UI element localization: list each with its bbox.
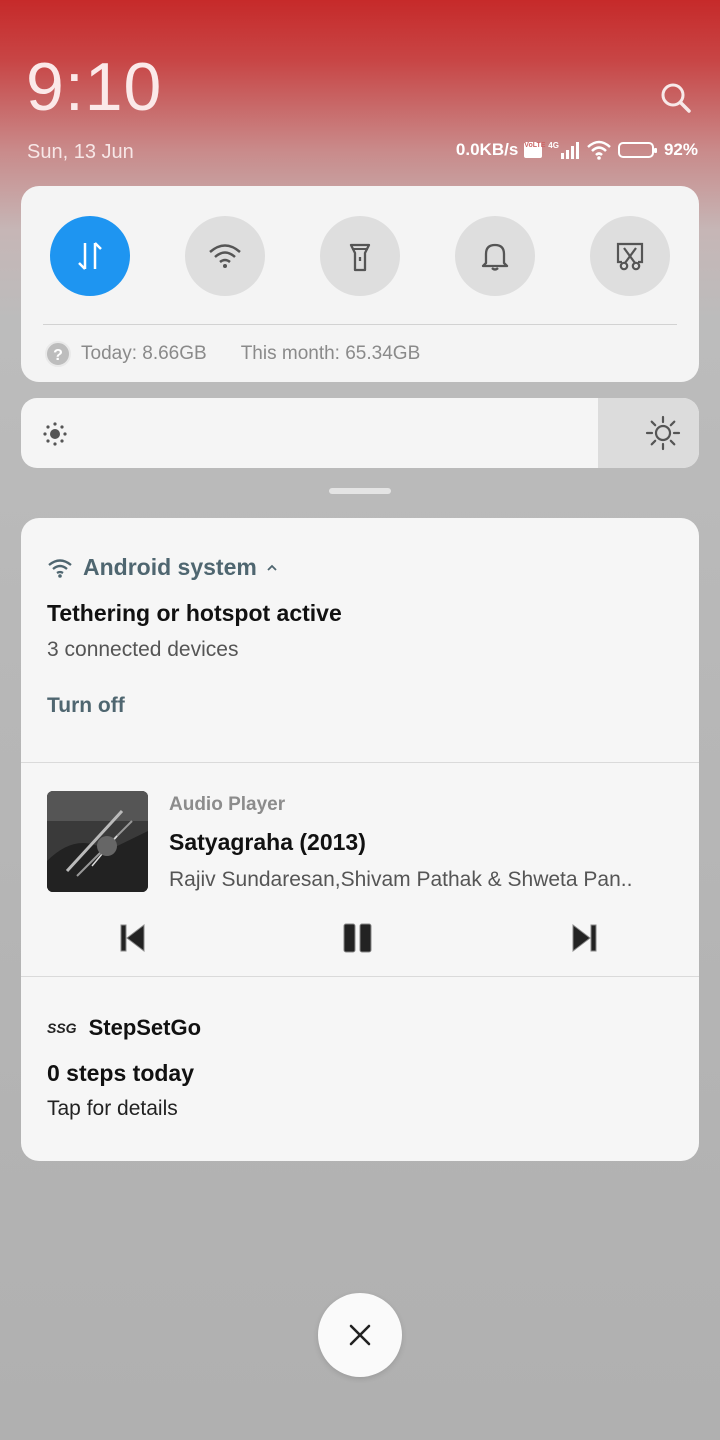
data-today: Today: 8.66GB [81, 343, 207, 364]
next-button[interactable] [567, 921, 601, 955]
brightness-low-icon [43, 422, 67, 446]
notification-app-name: Android system [83, 554, 257, 580]
network-type: 4G [548, 141, 559, 150]
previous-button[interactable] [116, 921, 150, 955]
flashlight-toggle[interactable] [320, 216, 400, 296]
bell-icon [481, 243, 509, 271]
pause-icon [343, 923, 372, 953]
flashlight-icon [349, 243, 371, 272]
skip-next-icon [572, 923, 597, 953]
wifi-status-icon [587, 140, 611, 160]
quick-settings-panel: ? Today: 8.66GB This month: 65.34GB [21, 186, 699, 382]
panel-drag-handle[interactable] [329, 488, 391, 494]
battery-percent: 92% [663, 140, 698, 159]
search-icon [661, 83, 691, 113]
turn-off-button[interactable]: Turn off [47, 694, 125, 718]
notification-header[interactable]: Android system [47, 554, 279, 581]
signal-icon: 4G [548, 141, 580, 159]
volte-icon: VoLTE [524, 142, 545, 158]
battery-icon [617, 142, 657, 158]
wifi-icon [209, 244, 241, 268]
data-month: This month: 65.34GB [240, 343, 421, 364]
help-icon: ? [45, 341, 71, 367]
screenshot-toggle[interactable] [590, 216, 670, 296]
notification-text: Tap for details [47, 1097, 178, 1120]
pause-button[interactable] [341, 921, 375, 955]
date: Sun, 13 Jun [27, 141, 134, 163]
notification-title: Tethering or hotspot active [47, 600, 342, 626]
notification-app-name: StepSetGo [88, 1015, 202, 1040]
notifications-card: Android system Tethering or hotspot acti… [21, 518, 699, 1161]
hotspot-wifi-icon [48, 558, 72, 578]
mobile-data-toggle[interactable] [50, 216, 130, 296]
stepsetgo-logo-icon: SSG [47, 1020, 77, 1036]
divider [43, 324, 677, 325]
chevron-up-icon[interactable] [265, 563, 279, 573]
data-usage[interactable]: ? Today: 8.66GB This month: 65.34GB [45, 341, 420, 367]
clock: 9:10 [26, 49, 163, 125]
hotspot-notification[interactable]: Android system Tethering or hotspot acti… [21, 518, 699, 762]
notification-header[interactable]: SSG StepSetGo [47, 1015, 201, 1041]
media-artist: Rajiv Sundaresan,Shivam Pathak & Shweta … [169, 868, 633, 891]
data-arrows-icon [78, 242, 102, 270]
notification-title: 0 steps today [47, 1060, 194, 1086]
album-art [47, 791, 148, 892]
media-title: Satyagraha (2013) [169, 829, 366, 855]
search-button[interactable] [656, 78, 696, 118]
sound-toggle[interactable] [455, 216, 535, 296]
notification-text: 3 connected devices [47, 638, 239, 661]
stepsetgo-notification[interactable]: SSG StepSetGo 0 steps today Tap for deta… [21, 977, 699, 1161]
skip-previous-icon [120, 923, 145, 953]
close-icon [349, 1324, 371, 1346]
brightness-slider[interactable] [21, 398, 699, 468]
status-icons: 0.0KB/s VoLTE 4G 92% [456, 140, 698, 160]
net-speed: 0.0KB/s [455, 140, 519, 159]
scissors-screenshot-icon [616, 242, 644, 271]
brightness-high-icon [645, 415, 681, 451]
wifi-toggle[interactable] [185, 216, 265, 296]
clear-all-button[interactable] [318, 1293, 402, 1377]
media-app-name: Audio Player [169, 794, 286, 815]
